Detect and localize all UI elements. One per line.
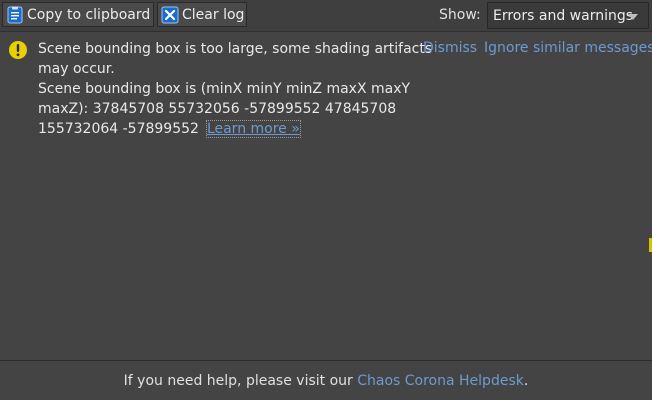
message-line-text: 155732064 -57899552 xyxy=(38,121,199,137)
footer-text: If you need help, please visit our xyxy=(123,373,358,389)
log-window: Copy to clipboard Clear log Show: Errors… xyxy=(0,0,652,400)
clear-log-label: Clear log xyxy=(182,6,245,23)
message-line: Scene bounding box is (minX minY minZ ma… xyxy=(38,81,411,97)
copy-to-clipboard-label: Copy to clipboard xyxy=(27,6,151,23)
clear-log-button[interactable]: Clear log xyxy=(157,2,247,27)
dismiss-link[interactable]: Dismiss xyxy=(423,40,477,56)
learn-more-link[interactable]: Learn more » xyxy=(205,120,301,138)
message-line: Scene bounding box is too large, some sh… xyxy=(38,41,433,57)
chevron-down-icon xyxy=(628,14,638,20)
helpdesk-link[interactable]: Chaos Corona Helpdesk xyxy=(357,373,524,389)
footer-suffix: . xyxy=(523,373,529,389)
show-filter-label: Show: xyxy=(439,7,481,23)
copy-to-clipboard-button[interactable]: Copy to clipboard xyxy=(2,2,154,27)
message-line: maxZ): 37845708 55732056 -57899552 47845… xyxy=(38,101,397,117)
help-footer: If you need help, please visit our Chaos… xyxy=(0,360,652,400)
message-line: 155732064 -57899552 Learn more » xyxy=(38,119,418,139)
message-text: Scene bounding box is too large, some sh… xyxy=(38,39,433,139)
toolbar: Copy to clipboard Clear log Show: Errors… xyxy=(0,0,652,32)
clipboard-icon xyxy=(6,6,24,24)
severity-filter-select[interactable]: Errors and warnings xyxy=(487,2,649,29)
warning-icon xyxy=(8,40,28,60)
ignore-similar-link[interactable]: Ignore similar messages xyxy=(484,40,652,56)
severity-filter-value: Errors and warnings xyxy=(493,8,634,24)
message-line: may occur. xyxy=(38,61,115,77)
clear-log-icon xyxy=(161,6,179,24)
